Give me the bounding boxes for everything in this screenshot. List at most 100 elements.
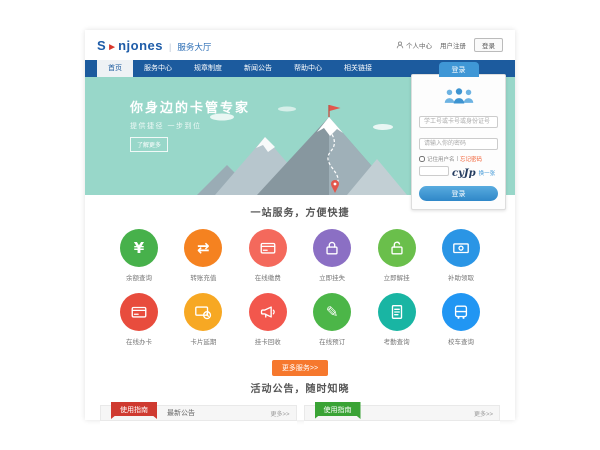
captcha-refresh-link[interactable]: 换一张 [479, 169, 496, 177]
login-submit-button[interactable]: 登录 [419, 186, 498, 201]
announcements-title: 活动公告，随时知晓 [85, 380, 515, 395]
service-circle[interactable]: ✎ [313, 293, 351, 331]
nav-item-help-center[interactable]: 帮助中心 [283, 60, 333, 77]
logo-text-suffix: njones [118, 38, 163, 53]
megaphone-icon [259, 303, 277, 321]
service-item-attendance[interactable]: 考勤查询 [369, 293, 425, 346]
lock-open-icon [388, 239, 406, 257]
services-row-1: ¥ 余额查询 ⇄ 转账充值 在线缴费 [85, 229, 515, 282]
service-circle[interactable] [378, 229, 416, 267]
username-input[interactable] [419, 116, 498, 128]
service-circle[interactable] [442, 229, 480, 267]
service-label: 立即解挂 [369, 272, 425, 282]
announcements-section: 活动公告，随时知晓 使用指南 最新公告 更多>> 使用指南 更多>> [85, 380, 515, 430]
login-tab[interactable]: 登录 [439, 62, 479, 77]
password-input[interactable] [419, 138, 498, 150]
user-register-label: 用户注册 [440, 40, 466, 50]
service-item-card-extension[interactable]: 卡片延期 [175, 293, 231, 346]
credit-card-icon [259, 239, 277, 257]
service-circle[interactable] [184, 293, 222, 331]
credit-card-icon [130, 303, 148, 321]
hero-cta-button[interactable]: 了解更多 [130, 137, 168, 152]
service-item-school-bus[interactable]: 校车查询 [433, 293, 489, 346]
person-icon [396, 41, 404, 49]
captcha-image[interactable]: cyJp [452, 168, 476, 179]
service-item-transfer[interactable]: ⇄ 转账充值 [175, 229, 231, 282]
service-circle[interactable]: ⇄ [184, 229, 222, 267]
user-register-link[interactable]: 用户注册 [440, 40, 466, 50]
yen-icon: ¥ [134, 239, 144, 257]
service-label: 补助领取 [433, 272, 489, 282]
service-label: 余额查询 [111, 272, 167, 282]
nav-item-links[interactable]: 相关链接 [333, 60, 383, 77]
announcement-panel-right: 使用指南 更多>> [304, 405, 501, 430]
logo[interactable]: S ► njones | 服务大厅 [97, 38, 211, 53]
ribbon-tab-guide[interactable]: 使用指南 [315, 402, 361, 419]
service-circle[interactable] [378, 293, 416, 331]
service-label: 立即挂失 [304, 272, 360, 282]
service-circle[interactable] [249, 229, 287, 267]
remember-checkbox[interactable] [419, 156, 425, 162]
page: S ► njones | 服务大厅 个人中心 用户注册 登录 首页 服务中心 规… [85, 30, 515, 420]
remember-separator: | [457, 156, 458, 162]
service-circle[interactable] [120, 293, 158, 331]
service-label: 考勤查询 [369, 336, 425, 346]
logo-text-prefix: S [97, 38, 106, 53]
service-item-online-booking[interactable]: ✎ 在线预订 [304, 293, 360, 346]
lock-closed-icon [323, 239, 341, 257]
site-name: 服务大厅 [177, 41, 211, 53]
pencil-icon: ✎ [326, 303, 339, 321]
services-section: 一站服务，方便快捷 ¥ 余额查询 ⇄ 转账充值 [85, 195, 515, 376]
service-label: 在线办卡 [111, 336, 167, 346]
remember-label: 记住用户名 [427, 155, 455, 163]
service-label: 转账充值 [175, 272, 231, 282]
more-link-right[interactable]: 更多>> [474, 409, 493, 418]
service-item-balance[interactable]: ¥ 余额查询 [111, 229, 167, 282]
service-item-apply-card[interactable]: 在线办卡 [111, 293, 167, 346]
service-label: 在线预订 [304, 336, 360, 346]
logo-divider: | [169, 42, 171, 52]
service-item-subsidy[interactable]: 补助领取 [433, 229, 489, 282]
service-circle[interactable] [313, 229, 351, 267]
more-services-button[interactable]: 更多服务>> [272, 360, 328, 376]
service-item-card-recycle[interactable]: 挂卡回收 [240, 293, 296, 346]
more-link-left[interactable]: 更多>> [270, 409, 289, 418]
nav-item-home[interactable]: 首页 [97, 60, 133, 77]
captcha-input[interactable] [419, 166, 449, 176]
report-icon [388, 303, 406, 321]
transfer-icon: ⇄ [197, 239, 210, 257]
ribbon-tab-guide[interactable]: 使用指南 [111, 402, 157, 419]
service-item-cancel-loss[interactable]: 立即解挂 [369, 229, 425, 282]
header-login-button[interactable]: 登录 [474, 38, 503, 52]
service-item-online-payment[interactable]: 在线缴费 [240, 229, 296, 282]
nav-item-news[interactable]: 新闻公告 [233, 60, 283, 77]
announcement-panels: 使用指南 最新公告 更多>> 使用指南 更多>> [85, 405, 515, 430]
remember-row: 记住用户名 | 忘记密码 [419, 155, 498, 163]
panel-right-header: 使用指南 更多>> [304, 405, 501, 421]
personal-center-link[interactable]: 个人中心 [396, 40, 432, 50]
nav-item-rules[interactable]: 规章制度 [183, 60, 233, 77]
nav-item-service-center[interactable]: 服务中心 [133, 60, 183, 77]
service-label: 卡片延期 [175, 336, 231, 346]
forgot-password-link[interactable]: 忘记密码 [460, 155, 482, 163]
hero-banner: 你身边的卡管专家 提供捷径 一步到位 了解更多 登录 [85, 77, 515, 195]
panel-left-header: 使用指南 最新公告 更多>> [100, 405, 297, 421]
header-links: 个人中心 用户注册 登录 [396, 38, 503, 52]
tab-latest-news[interactable]: 最新公告 [167, 408, 195, 418]
service-label: 校车查询 [433, 336, 489, 346]
panel-right-body [304, 421, 501, 430]
bus-icon [452, 303, 470, 321]
users-icon [441, 87, 477, 104]
services-row-2: 在线办卡 卡片延期 挂卡回收 [85, 293, 515, 346]
service-label: 在线缴费 [240, 272, 296, 282]
service-circle[interactable]: ¥ [120, 229, 158, 267]
captcha-row: cyJp 换一张 [419, 166, 498, 180]
service-circle[interactable] [249, 293, 287, 331]
service-label: 挂卡回收 [240, 336, 296, 346]
banknote-icon [452, 239, 470, 257]
card-clock-icon [194, 303, 212, 321]
service-circle[interactable] [442, 293, 480, 331]
mountain-illustration [197, 103, 407, 195]
service-item-report-loss[interactable]: 立即挂失 [304, 229, 360, 282]
panel-left-body [100, 421, 297, 430]
